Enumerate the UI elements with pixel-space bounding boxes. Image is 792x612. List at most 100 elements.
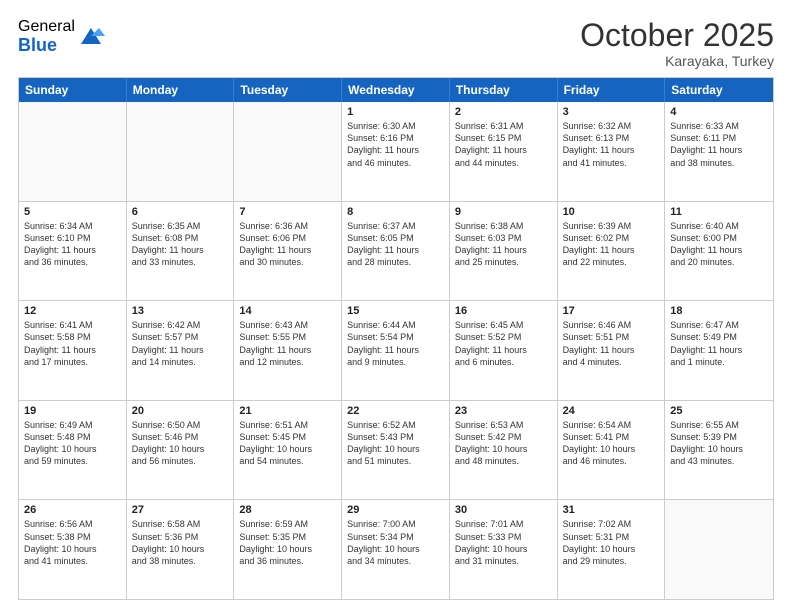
cell-info: Sunrise: 6:52 AMSunset: 5:43 PMDaylight:… <box>347 419 444 468</box>
calendar-row-3: 19Sunrise: 6:49 AMSunset: 5:48 PMDayligh… <box>19 400 773 500</box>
calendar-cell-r0-c0 <box>19 102 127 201</box>
month-title: October 2025 <box>580 18 774 53</box>
day-number: 27 <box>132 504 229 516</box>
day-number: 17 <box>563 305 660 317</box>
calendar-cell-r1-c6: 11 Sunrise: 6:40 AMSunset: 6:00 PMDayligh… <box>665 202 773 301</box>
header-saturday: Saturday <box>665 78 773 102</box>
cell-info: Sunrise: 6:39 AMSunset: 6:02 PMDaylight:… <box>563 220 660 269</box>
logo-blue: Blue <box>18 36 75 56</box>
cell-info: Sunrise: 7:00 AMSunset: 5:34 PMDaylight:… <box>347 518 444 567</box>
header-tuesday: Tuesday <box>234 78 342 102</box>
cell-info: Sunrise: 6:37 AMSunset: 6:05 PMDaylight:… <box>347 220 444 269</box>
logo-icon <box>77 22 105 50</box>
calendar-cell-r3-c6: 25 Sunrise: 6:55 AMSunset: 5:39 PMDayligh… <box>665 401 773 500</box>
cell-info: Sunrise: 6:44 AMSunset: 5:54 PMDaylight:… <box>347 319 444 368</box>
day-number: 12 <box>24 305 121 317</box>
page: General Blue October 2025 Karayaka, Turk… <box>0 0 792 612</box>
calendar-cell-r1-c5: 10 Sunrise: 6:39 AMSunset: 6:02 PMDayligh… <box>558 202 666 301</box>
logo: General Blue <box>18 18 105 55</box>
cell-info: Sunrise: 6:35 AMSunset: 6:08 PMDaylight:… <box>132 220 229 269</box>
cell-info: Sunrise: 6:36 AMSunset: 6:06 PMDaylight:… <box>239 220 336 269</box>
day-number: 6 <box>132 206 229 218</box>
calendar-cell-r1-c2: 7 Sunrise: 6:36 AMSunset: 6:06 PMDaylight… <box>234 202 342 301</box>
calendar-cell-r0-c4: 2 Sunrise: 6:31 AMSunset: 6:15 PMDaylight… <box>450 102 558 201</box>
calendar-row-0: 1Sunrise: 6:30 AMSunset: 6:16 PMDaylight… <box>19 102 773 201</box>
cell-info: Sunrise: 6:58 AMSunset: 5:36 PMDaylight:… <box>132 518 229 567</box>
calendar-cell-r3-c2: 21Sunrise: 6:51 AMSunset: 5:45 PMDayligh… <box>234 401 342 500</box>
cell-info: Sunrise: 6:38 AMSunset: 6:03 PMDaylight:… <box>455 220 552 269</box>
cell-info: Sunrise: 6:34 AMSunset: 6:10 PMDaylight:… <box>24 220 121 269</box>
cell-info: Sunrise: 6:40 AMSunset: 6:00 PMDaylight:… <box>670 220 768 269</box>
calendar-cell-r3-c1: 20 Sunrise: 6:50 AMSunset: 5:46 PMDayligh… <box>127 401 235 500</box>
day-number: 5 <box>24 206 121 218</box>
day-number: 25 <box>670 405 768 417</box>
calendar-header: Sunday Monday Tuesday Wednesday Thursday… <box>19 78 773 102</box>
logo-text: General Blue <box>18 18 75 55</box>
day-number: 18 <box>670 305 768 317</box>
day-number: 23 <box>455 405 552 417</box>
calendar-cell-r3-c0: 19Sunrise: 6:49 AMSunset: 5:48 PMDayligh… <box>19 401 127 500</box>
day-number: 8 <box>347 206 444 218</box>
header-friday: Friday <box>558 78 666 102</box>
cell-info: Sunrise: 7:01 AMSunset: 5:33 PMDaylight:… <box>455 518 552 567</box>
day-number: 28 <box>239 504 336 516</box>
calendar-cell-r4-c4: 30Sunrise: 7:01 AMSunset: 5:33 PMDayligh… <box>450 500 558 599</box>
calendar-cell-r4-c3: 29 Sunrise: 7:00 AMSunset: 5:34 PMDayligh… <box>342 500 450 599</box>
cell-info: Sunrise: 6:50 AMSunset: 5:46 PMDaylight:… <box>132 419 229 468</box>
day-number: 22 <box>347 405 444 417</box>
calendar-cell-r1-c1: 6 Sunrise: 6:35 AMSunset: 6:08 PMDaylight… <box>127 202 235 301</box>
calendar-cell-r4-c6 <box>665 500 773 599</box>
calendar-cell-r1-c0: 5 Sunrise: 6:34 AMSunset: 6:10 PMDaylight… <box>19 202 127 301</box>
calendar-cell-r0-c3: 1Sunrise: 6:30 AMSunset: 6:16 PMDaylight… <box>342 102 450 201</box>
cell-info: Sunrise: 6:41 AMSunset: 5:58 PMDaylight:… <box>24 319 121 368</box>
day-number: 20 <box>132 405 229 417</box>
day-number: 14 <box>239 305 336 317</box>
header-thursday: Thursday <box>450 78 558 102</box>
cell-info: Sunrise: 6:55 AMSunset: 5:39 PMDaylight:… <box>670 419 768 468</box>
day-number: 4 <box>670 106 768 118</box>
day-number: 24 <box>563 405 660 417</box>
day-number: 11 <box>670 206 768 218</box>
header-wednesday: Wednesday <box>342 78 450 102</box>
cell-info: Sunrise: 6:49 AMSunset: 5:48 PMDaylight:… <box>24 419 121 468</box>
cell-info: Sunrise: 6:47 AMSunset: 5:49 PMDaylight:… <box>670 319 768 368</box>
day-number: 15 <box>347 305 444 317</box>
day-number: 3 <box>563 106 660 118</box>
day-number: 2 <box>455 106 552 118</box>
calendar-cell-r0-c2 <box>234 102 342 201</box>
calendar-cell-r2-c6: 18 Sunrise: 6:47 AMSunset: 5:49 PMDayligh… <box>665 301 773 400</box>
cell-info: Sunrise: 6:46 AMSunset: 5:51 PMDaylight:… <box>563 319 660 368</box>
day-number: 7 <box>239 206 336 218</box>
calendar-cell-r2-c5: 17 Sunrise: 6:46 AMSunset: 5:51 PMDayligh… <box>558 301 666 400</box>
day-number: 10 <box>563 206 660 218</box>
cell-info: Sunrise: 6:33 AMSunset: 6:11 PMDaylight:… <box>670 120 768 169</box>
calendar-cell-r0-c1 <box>127 102 235 201</box>
calendar-cell-r3-c5: 24 Sunrise: 6:54 AMSunset: 5:41 PMDayligh… <box>558 401 666 500</box>
cell-info: Sunrise: 6:31 AMSunset: 6:15 PMDaylight:… <box>455 120 552 169</box>
calendar-row-4: 26 Sunrise: 6:56 AMSunset: 5:38 PMDayligh… <box>19 499 773 599</box>
calendar-cell-r4-c1: 27 Sunrise: 6:58 AMSunset: 5:36 PMDayligh… <box>127 500 235 599</box>
calendar-cell-r2-c0: 12 Sunrise: 6:41 AMSunset: 5:58 PMDayligh… <box>19 301 127 400</box>
day-number: 21 <box>239 405 336 417</box>
cell-info: Sunrise: 6:42 AMSunset: 5:57 PMDaylight:… <box>132 319 229 368</box>
location: Karayaka, Turkey <box>580 53 774 69</box>
calendar-body: 1Sunrise: 6:30 AMSunset: 6:16 PMDaylight… <box>19 102 773 599</box>
cell-info: Sunrise: 6:59 AMSunset: 5:35 PMDaylight:… <box>239 518 336 567</box>
day-number: 31 <box>563 504 660 516</box>
title-area: October 2025 Karayaka, Turkey <box>580 18 774 69</box>
cell-info: Sunrise: 6:32 AMSunset: 6:13 PMDaylight:… <box>563 120 660 169</box>
cell-info: Sunrise: 6:53 AMSunset: 5:42 PMDaylight:… <box>455 419 552 468</box>
day-number: 26 <box>24 504 121 516</box>
cell-info: Sunrise: 6:45 AMSunset: 5:52 PMDaylight:… <box>455 319 552 368</box>
header: General Blue October 2025 Karayaka, Turk… <box>18 18 774 69</box>
calendar-cell-r1-c3: 8 Sunrise: 6:37 AMSunset: 6:05 PMDaylight… <box>342 202 450 301</box>
day-number: 16 <box>455 305 552 317</box>
day-number: 9 <box>455 206 552 218</box>
cell-info: Sunrise: 6:54 AMSunset: 5:41 PMDaylight:… <box>563 419 660 468</box>
header-monday: Monday <box>127 78 235 102</box>
day-number: 29 <box>347 504 444 516</box>
calendar-cell-r2-c1: 13Sunrise: 6:42 AMSunset: 5:57 PMDayligh… <box>127 301 235 400</box>
calendar-cell-r4-c0: 26 Sunrise: 6:56 AMSunset: 5:38 PMDayligh… <box>19 500 127 599</box>
calendar: Sunday Monday Tuesday Wednesday Thursday… <box>18 77 774 600</box>
cell-info: Sunrise: 6:56 AMSunset: 5:38 PMDaylight:… <box>24 518 121 567</box>
